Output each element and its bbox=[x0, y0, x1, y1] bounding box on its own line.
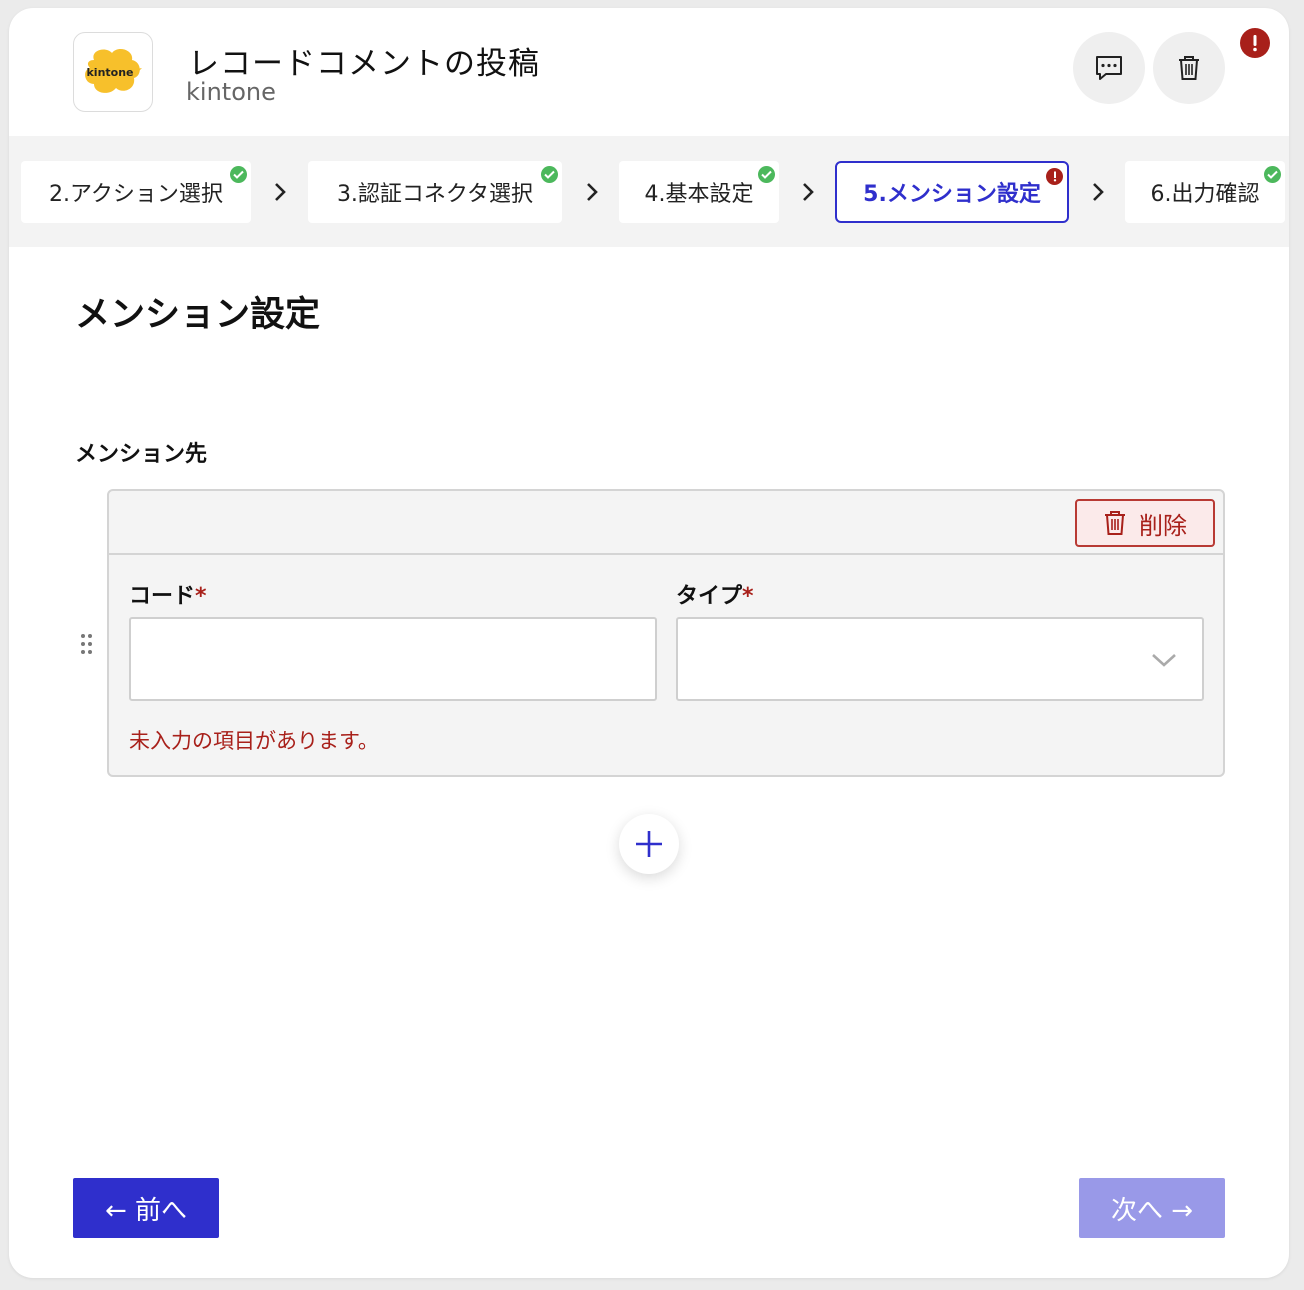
delete-item-label: 削除 bbox=[1139, 511, 1187, 540]
next-button[interactable]: 次へ → bbox=[1079, 1178, 1225, 1238]
step-label: 6.出力確認 bbox=[1150, 182, 1260, 207]
step-action-select[interactable]: 2.アクション選択 bbox=[21, 161, 251, 223]
check-icon bbox=[541, 166, 558, 183]
step-label: 4.基本設定 bbox=[644, 182, 754, 207]
dialog-subtitle: kintone bbox=[186, 78, 276, 106]
chevron-down-icon bbox=[1152, 654, 1176, 667]
plus-icon bbox=[636, 831, 662, 857]
prev-button[interactable]: ← 前へ bbox=[73, 1178, 219, 1238]
required-mark: * bbox=[742, 584, 754, 609]
svg-text:kintone: kintone bbox=[86, 66, 133, 79]
exclamation-icon bbox=[1253, 35, 1257, 52]
step-mention-settings[interactable]: 5.メンション設定 bbox=[835, 161, 1069, 223]
kintone-logo: kintone bbox=[73, 32, 153, 112]
code-input[interactable] bbox=[129, 617, 657, 701]
error-icon bbox=[1046, 168, 1063, 185]
check-icon bbox=[758, 166, 775, 183]
required-mark: * bbox=[195, 584, 207, 609]
delete-action-button[interactable] bbox=[1153, 32, 1225, 104]
step-output-confirm[interactable]: 6.出力確認 bbox=[1125, 161, 1285, 223]
trash-icon bbox=[1105, 511, 1125, 535]
code-field-label: コード* bbox=[129, 584, 207, 609]
page-heading: メンション設定 bbox=[75, 295, 321, 335]
step-label: 3.認証コネクタ選択 bbox=[336, 182, 534, 207]
step-navigation: 2.アクション選択 3.認証コネクタ選択 4.基本設定 5.メンション設定 6.… bbox=[9, 136, 1289, 247]
type-field-label: タイプ* bbox=[676, 584, 754, 609]
chevron-right-icon bbox=[1093, 183, 1104, 201]
chevron-right-icon bbox=[587, 183, 598, 201]
step-basic-settings[interactable]: 4.基本設定 bbox=[619, 161, 779, 223]
step-label: 2.アクション選択 bbox=[49, 182, 223, 207]
mention-item-toolbar: 削除 bbox=[109, 491, 1223, 555]
error-alert-badge bbox=[1240, 28, 1270, 58]
mention-item-card: 削除 コード* タイプ* 未入力の項目があります。 bbox=[107, 489, 1225, 777]
kintone-logo-icon: kintone bbox=[85, 49, 142, 93]
drag-handle-icon[interactable] bbox=[79, 632, 95, 656]
comment-icon bbox=[1096, 56, 1122, 80]
section-label: メンション先 bbox=[75, 442, 208, 467]
chevron-right-icon bbox=[275, 183, 286, 201]
comment-button[interactable] bbox=[1073, 32, 1145, 104]
trash-icon bbox=[1179, 56, 1199, 80]
delete-item-button[interactable]: 削除 bbox=[1075, 499, 1215, 547]
type-select[interactable] bbox=[676, 617, 1204, 701]
add-mention-button[interactable] bbox=[619, 814, 679, 874]
dialog-title: レコードコメントの投稿 bbox=[188, 46, 540, 82]
chevron-right-icon bbox=[803, 183, 814, 201]
dialog-card: kintone レコードコメントの投稿 kintone 2.アクション選択 3.… bbox=[9, 8, 1289, 1278]
step-connector-select[interactable]: 3.認証コネクタ選択 bbox=[308, 161, 562, 223]
check-icon bbox=[230, 166, 247, 183]
validation-error-message: 未入力の項目があります。 bbox=[129, 729, 379, 753]
step-label: 5.メンション設定 bbox=[863, 182, 1041, 207]
check-icon bbox=[1264, 166, 1281, 183]
